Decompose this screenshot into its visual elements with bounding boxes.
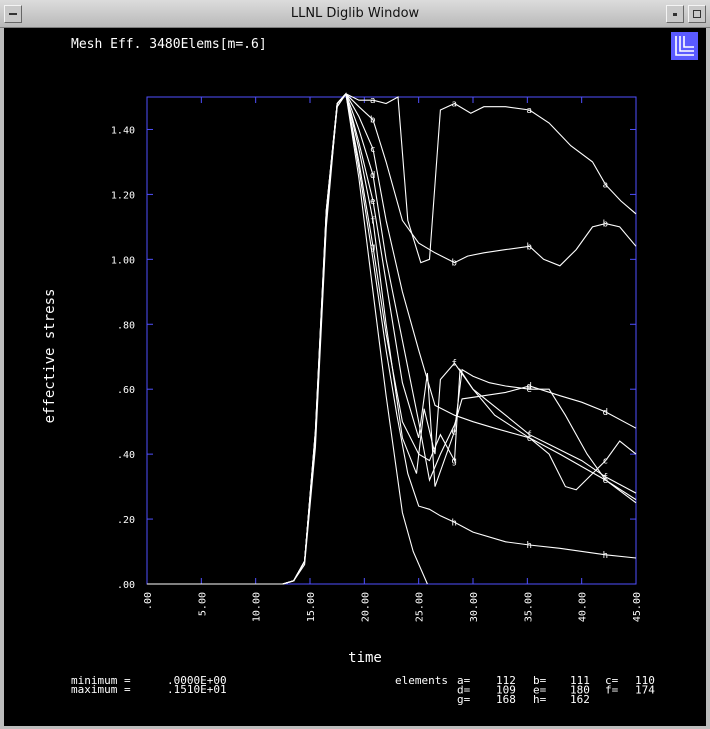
x-tick-label: .00 bbox=[143, 592, 154, 610]
x-tick-label: 20.00 bbox=[360, 592, 371, 622]
series-marker-f: f bbox=[452, 359, 457, 369]
series-line-f bbox=[147, 92, 637, 585]
maximize-button[interactable] bbox=[688, 5, 706, 23]
series-line-e bbox=[147, 92, 637, 585]
x-tick-label: 25.00 bbox=[415, 592, 426, 622]
x-axis-label: time bbox=[348, 650, 382, 666]
x-tick-label: 35.00 bbox=[523, 592, 534, 622]
legend-key: h= bbox=[533, 693, 547, 706]
y-tick-label: 1.00 bbox=[111, 255, 135, 266]
maximum-value: .1510E+01 bbox=[167, 683, 227, 696]
legend-value: 162 bbox=[570, 693, 590, 706]
series-marker-h: h bbox=[527, 541, 532, 551]
llnl-logo-icon bbox=[671, 32, 698, 60]
series-marker-e: e bbox=[370, 197, 375, 207]
elements-legend: a= 112 b= 111 c= 110d= 109 e= 180 f= 174g= 168 h= 162 bbox=[457, 674, 655, 706]
y-tick-label: .20 bbox=[117, 515, 135, 526]
series-group: a aaabbbbcccdddeeeeffffgghhh bbox=[147, 92, 637, 585]
window-frame-right bbox=[706, 28, 710, 729]
window-titlebar[interactable]: LLNL Diglib Window bbox=[0, 0, 710, 28]
y-tick-label: 1.40 bbox=[111, 125, 135, 136]
axes-frame bbox=[146, 96, 637, 585]
y-tick-label: 1.20 bbox=[111, 190, 135, 201]
x-tick-label: 40.00 bbox=[578, 592, 589, 622]
series-marker-d: d bbox=[370, 171, 375, 181]
series-marker-a: a bbox=[603, 181, 608, 191]
y-tick-label: .80 bbox=[117, 320, 135, 331]
y-axis-label: effective stress bbox=[42, 289, 58, 424]
plot-canvas: Mesh Eff. 3480Elems[m=.6] .00 .20 .40 .60 .8… bbox=[42, 32, 698, 706]
series-marker-f: f bbox=[370, 216, 375, 226]
series-line-b bbox=[147, 93, 637, 585]
series-marker-h: h bbox=[603, 551, 608, 561]
series-line-d bbox=[147, 92, 637, 585]
series-marker-a: a bbox=[370, 96, 375, 106]
series-marker-d: d bbox=[603, 408, 608, 418]
stats-block: minimum = .0000E+00 maximum = .1510E+01 bbox=[71, 674, 227, 696]
elements-legend-label: elements bbox=[395, 674, 448, 687]
x-tick-label: 15.00 bbox=[306, 592, 317, 622]
series-marker-c: c bbox=[603, 457, 608, 467]
series-line-h bbox=[147, 92, 637, 585]
maximize-icon bbox=[693, 10, 701, 18]
series-marker-g: g bbox=[452, 457, 457, 467]
maximum-label: maximum = bbox=[71, 683, 131, 696]
series-marker-c: c bbox=[370, 145, 375, 155]
x-tick-label: 5.00 bbox=[197, 592, 208, 616]
legend-key: g= bbox=[457, 693, 471, 706]
minimize-icon bbox=[673, 13, 677, 16]
legend-value: 174 bbox=[635, 684, 655, 697]
legend-key: f= bbox=[605, 684, 619, 697]
series-marker-e: e bbox=[527, 385, 532, 395]
x-tick-label: 30.00 bbox=[469, 592, 480, 622]
series-marker-a: a bbox=[452, 99, 457, 109]
y-tick-label: .40 bbox=[117, 450, 135, 461]
series-line-a bbox=[147, 93, 637, 585]
y-tick-label: .60 bbox=[117, 385, 135, 396]
legend-value: 168 bbox=[496, 693, 516, 706]
series-marker-b: b bbox=[370, 116, 375, 126]
series-marker-b: b bbox=[452, 259, 457, 269]
series-marker-a: a bbox=[527, 106, 532, 116]
y-tick-label: .00 bbox=[117, 580, 135, 591]
series-marker-b: b bbox=[527, 242, 532, 252]
series-line-i bbox=[147, 92, 428, 585]
series-line-c bbox=[147, 92, 637, 585]
series-line-g bbox=[147, 92, 637, 585]
x-tick-label: 10.00 bbox=[252, 592, 263, 622]
x-tick-label: 45.00 bbox=[632, 592, 643, 622]
plot-title: Mesh Eff. 3480Elems[m=.6] bbox=[71, 37, 267, 52]
series-marker-b: b bbox=[603, 220, 608, 230]
minimize-button[interactable] bbox=[666, 5, 684, 23]
series-marker-h: h bbox=[452, 518, 457, 528]
axis-ticks: .00 .20 .40 .60 .80 1.00 1.20 1.40 .00 5.00 10.00 1… bbox=[111, 97, 643, 622]
window-title: LLNL Diglib Window bbox=[290, 6, 420, 21]
